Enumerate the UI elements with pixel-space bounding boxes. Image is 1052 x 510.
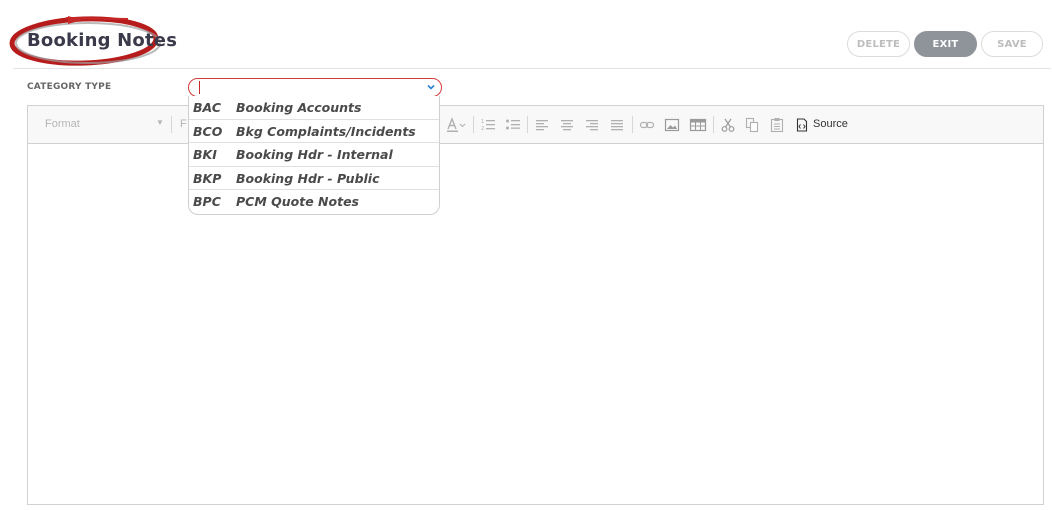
align-left-icon[interactable]: [534, 117, 550, 133]
option-code: BPC: [193, 194, 221, 209]
option-code: BCO: [193, 123, 223, 139]
option-name: Booking Hdr - Public: [236, 170, 380, 186]
align-center-icon[interactable]: [559, 117, 575, 133]
cut-icon[interactable]: [720, 117, 736, 133]
svg-text:1: 1: [481, 119, 484, 125]
dropdown-option-bco[interactable]: BCO Bkg Complaints/Incidents: [189, 120, 439, 143]
image-icon[interactable]: [664, 117, 680, 133]
link-icon[interactable]: [639, 117, 655, 133]
category-type-select[interactable]: [188, 78, 442, 97]
table-icon[interactable]: [689, 117, 707, 133]
delete-button[interactable]: DELETE: [847, 31, 910, 57]
category-type-dropdown: BAC Booking Accounts BCO Bkg Complaints/…: [188, 96, 440, 215]
toolbar-separator: [713, 116, 714, 133]
page-title: Booking Notes: [27, 30, 178, 51]
dropdown-option-bki[interactable]: BKI Booking Hdr - Internal: [189, 143, 439, 167]
source-label: Source: [813, 118, 848, 130]
toolbar-separator: [527, 116, 528, 133]
align-right-icon[interactable]: [584, 117, 600, 133]
option-code: BAC: [193, 100, 221, 115]
font-select[interactable]: F: [180, 118, 187, 130]
option-name: PCM Quote Notes: [236, 194, 359, 209]
format-select[interactable]: Format: [45, 118, 80, 130]
dropdown-option-bkp[interactable]: BKP Booking Hdr - Public: [189, 167, 439, 190]
copy-icon[interactable]: [744, 117, 760, 133]
option-name: Booking Hdr - Internal: [236, 147, 393, 162]
dropdown-option-bpc[interactable]: BPC PCM Quote Notes: [189, 190, 439, 214]
option-name: Booking Accounts: [236, 100, 362, 115]
numbered-list-icon[interactable]: 1 2: [480, 117, 496, 133]
option-code: BKP: [193, 170, 222, 186]
format-dropdown-arrow-icon[interactable]: ▼: [156, 118, 164, 127]
category-type-label: CATEGORY TYPE: [27, 82, 112, 92]
font-color-icon[interactable]: [446, 117, 468, 133]
header-divider: [13, 68, 1051, 69]
rich-text-editor: Format ▼ F 1 2 Source: [27, 105, 1044, 505]
toolbar-separator: [632, 116, 633, 133]
editor-toolbar: Format ▼ F 1 2 Source: [28, 106, 1043, 144]
save-button[interactable]: SAVE: [981, 31, 1043, 57]
exit-button[interactable]: EXIT: [914, 31, 977, 57]
option-name: Bkg Complaints/Incidents: [236, 123, 416, 139]
option-code: BKI: [193, 147, 217, 162]
toolbar-separator: [473, 116, 474, 133]
source-icon: [796, 118, 808, 132]
paste-icon[interactable]: [769, 117, 785, 133]
bulleted-list-icon[interactable]: [505, 117, 521, 133]
editor-content-area[interactable]: [28, 144, 1043, 504]
justify-icon[interactable]: [609, 117, 625, 133]
chevron-down-icon: [427, 84, 435, 90]
dropdown-option-bac[interactable]: BAC Booking Accounts: [189, 96, 439, 120]
text-cursor: [199, 81, 200, 94]
toolbar-separator: [171, 116, 172, 133]
svg-text:2: 2: [481, 126, 484, 132]
